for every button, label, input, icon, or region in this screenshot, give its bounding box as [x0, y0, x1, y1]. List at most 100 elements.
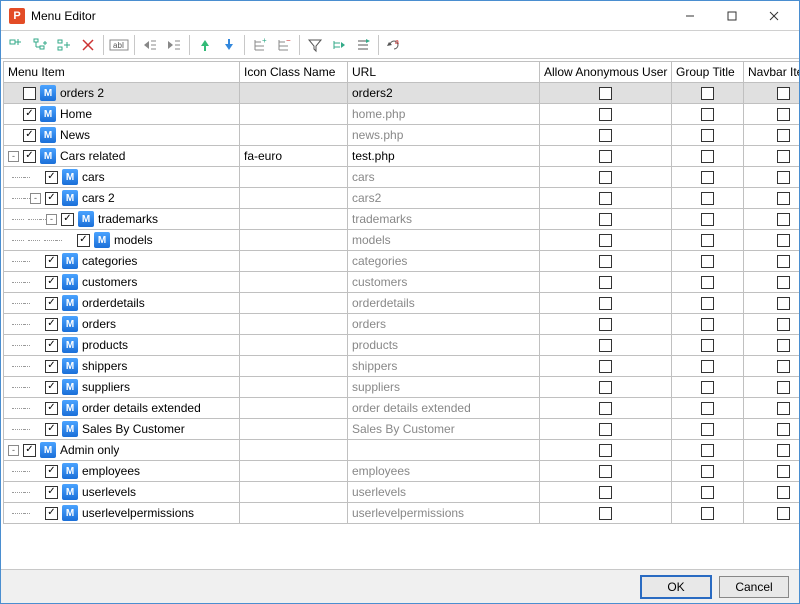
group-checkbox[interactable] [701, 108, 714, 121]
url-cell[interactable] [348, 440, 539, 460]
move-down-icon[interactable] [218, 34, 240, 56]
group-checkbox[interactable] [701, 360, 714, 373]
group-checkbox[interactable] [701, 150, 714, 163]
item-checkbox[interactable] [45, 255, 58, 268]
add-root-icon[interactable] [5, 34, 27, 56]
url-cell[interactable]: test.php [348, 146, 539, 166]
add-child-icon[interactable] [29, 34, 51, 56]
icon-class-cell[interactable] [240, 167, 347, 187]
group-checkbox[interactable] [701, 507, 714, 520]
col-header-group[interactable]: Group Title [672, 62, 744, 83]
table-row[interactable]: Mmodelsmodels [4, 230, 800, 251]
table-row[interactable]: Mcategoriescategories [4, 251, 800, 272]
anon-checkbox[interactable] [599, 234, 612, 247]
table-row[interactable]: Muserlevelpermissionsuserlevelpermission… [4, 503, 800, 524]
item-checkbox[interactable] [45, 297, 58, 310]
url-cell[interactable]: products [348, 335, 539, 355]
item-checkbox[interactable] [45, 276, 58, 289]
nav-checkbox[interactable] [777, 318, 790, 331]
group-checkbox[interactable] [701, 213, 714, 226]
anon-checkbox[interactable] [599, 129, 612, 142]
nav-checkbox[interactable] [777, 297, 790, 310]
anon-checkbox[interactable] [599, 108, 612, 121]
url-cell[interactable]: models [348, 230, 539, 250]
table-row[interactable]: Mcustomerscustomers [4, 272, 800, 293]
item-checkbox[interactable] [23, 87, 36, 100]
table-row[interactable]: Morders 2orders2 [4, 83, 800, 104]
item-checkbox[interactable] [45, 465, 58, 478]
icon-class-cell[interactable]: fa-euro [240, 146, 347, 166]
anon-checkbox[interactable] [599, 255, 612, 268]
icon-class-cell[interactable] [240, 314, 347, 334]
anon-checkbox[interactable] [599, 423, 612, 436]
url-cell[interactable]: orders2 [348, 83, 539, 103]
item-checkbox[interactable] [45, 360, 58, 373]
group-checkbox[interactable] [701, 297, 714, 310]
icon-class-cell[interactable] [240, 230, 347, 250]
nav-checkbox[interactable] [777, 87, 790, 100]
add-sibling-icon[interactable] [53, 34, 75, 56]
icon-class-cell[interactable] [240, 482, 347, 502]
expand-all-icon[interactable]: + [249, 34, 271, 56]
url-cell[interactable]: employees [348, 461, 539, 481]
item-checkbox[interactable] [45, 402, 58, 415]
nav-checkbox[interactable] [777, 234, 790, 247]
filter-icon[interactable] [304, 34, 326, 56]
anon-checkbox[interactable] [599, 360, 612, 373]
collapse-icon[interactable]: - [46, 214, 57, 225]
icon-class-cell[interactable] [240, 272, 347, 292]
item-checkbox[interactable] [23, 129, 36, 142]
anon-checkbox[interactable] [599, 171, 612, 184]
collapse-icon[interactable]: - [8, 151, 19, 162]
group-checkbox[interactable] [701, 444, 714, 457]
nav-checkbox[interactable] [777, 129, 790, 142]
nav-checkbox[interactable] [777, 276, 790, 289]
icon-class-cell[interactable] [240, 251, 347, 271]
collapse-icon[interactable]: - [8, 445, 19, 456]
maximize-button[interactable] [711, 2, 753, 30]
nav-checkbox[interactable] [777, 402, 790, 415]
table-row[interactable]: -Mcars 2cars2 [4, 188, 800, 209]
group-checkbox[interactable] [701, 192, 714, 205]
nav-checkbox[interactable] [777, 150, 790, 163]
group-checkbox[interactable] [701, 318, 714, 331]
item-checkbox[interactable] [77, 234, 90, 247]
anon-checkbox[interactable] [599, 318, 612, 331]
icon-class-cell[interactable] [240, 398, 347, 418]
url-cell[interactable]: orders [348, 314, 539, 334]
table-row[interactable]: -MCars relatedfa-eurotest.php [4, 146, 800, 167]
table-row[interactable]: MNewsnews.php [4, 125, 800, 146]
nav-checkbox[interactable] [777, 213, 790, 226]
table-row[interactable]: Msupplierssuppliers [4, 377, 800, 398]
group-checkbox[interactable] [701, 276, 714, 289]
anon-checkbox[interactable] [599, 402, 612, 415]
url-cell[interactable]: suppliers [348, 377, 539, 397]
ok-button[interactable]: OK [641, 576, 711, 598]
url-cell[interactable]: orderdetails [348, 293, 539, 313]
item-checkbox[interactable] [45, 192, 58, 205]
group-checkbox[interactable] [701, 255, 714, 268]
nav-checkbox[interactable] [777, 444, 790, 457]
icon-class-cell[interactable] [240, 461, 347, 481]
icon-class-cell[interactable] [240, 335, 347, 355]
item-checkbox[interactable] [45, 423, 58, 436]
item-checkbox[interactable] [45, 171, 58, 184]
icon-class-cell[interactable] [240, 503, 347, 523]
export-icon[interactable] [352, 34, 374, 56]
group-checkbox[interactable] [701, 234, 714, 247]
close-button[interactable] [753, 2, 795, 30]
anon-checkbox[interactable] [599, 507, 612, 520]
table-row[interactable]: MSales By CustomerSales By Customer [4, 419, 800, 440]
group-checkbox[interactable] [701, 486, 714, 499]
icon-class-cell[interactable] [240, 377, 347, 397]
col-header-url[interactable]: URL [348, 62, 540, 83]
nav-checkbox[interactable] [777, 108, 790, 121]
group-checkbox[interactable] [701, 402, 714, 415]
nav-checkbox[interactable] [777, 255, 790, 268]
anon-checkbox[interactable] [599, 444, 612, 457]
icon-class-cell[interactable] [240, 125, 347, 145]
group-checkbox[interactable] [701, 423, 714, 436]
table-row[interactable]: -MAdmin only [4, 440, 800, 461]
anon-checkbox[interactable] [599, 87, 612, 100]
minimize-button[interactable] [669, 2, 711, 30]
